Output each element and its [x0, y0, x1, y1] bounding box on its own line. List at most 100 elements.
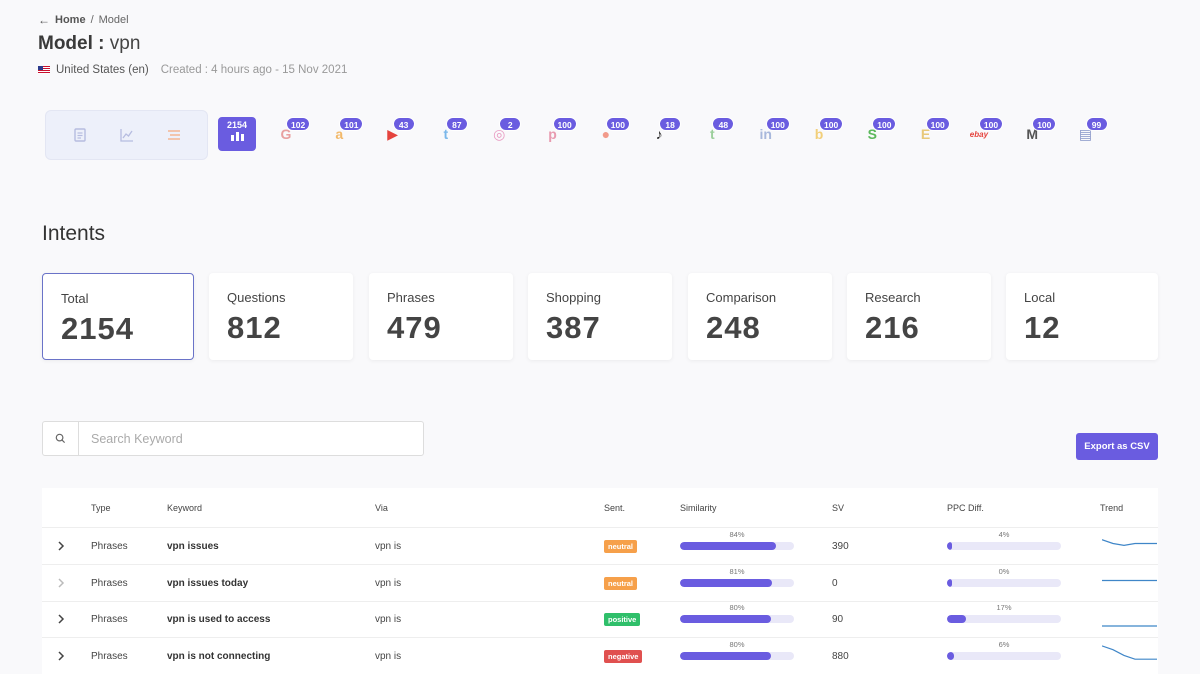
source-count-badge: 102: [286, 117, 311, 131]
ppc-percent: 17%: [996, 603, 1012, 612]
intent-card-local[interactable]: Local 12: [1006, 273, 1158, 360]
source-count-badge: 100: [819, 117, 844, 131]
source-count-badge: 100: [765, 117, 790, 131]
intent-card-label: Total: [61, 291, 89, 306]
source-twitter-button[interactable]: t 87: [431, 117, 469, 153]
similarity-percent: 84%: [729, 530, 745, 539]
ppc-bar: [947, 615, 1061, 623]
cell-type: Phrases: [91, 577, 128, 589]
breadcrumb-home-link[interactable]: Home: [55, 14, 86, 26]
expand-chevron-icon[interactable]: [56, 649, 66, 661]
similarity-bar-fill: [680, 615, 772, 623]
similarity-bar: [680, 578, 794, 587]
intent-card-value: 2154: [61, 311, 134, 346]
cell-type: Phrases: [91, 541, 128, 552]
trend-line: [1102, 644, 1157, 660]
source-count-badge: 100: [872, 117, 897, 131]
source-count-badge: 100: [978, 117, 1004, 131]
keywords-table: Type Keyword Via Sent. Similarity SV PPC Diff.…: [42, 488, 1158, 674]
column-header-via[interactable]: Via: [375, 503, 388, 513]
cell-sv: 880: [832, 650, 849, 662]
table-row[interactable]: Phrases vpn is used to access vpn is positi…: [42, 601, 1158, 638]
column-header-ppc-diff[interactable]: PPC Diff.: [947, 503, 984, 513]
source-news-button[interactable]: ▤ 99: [1071, 117, 1109, 153]
search-icon[interactable]: [43, 422, 79, 455]
column-header-keyword[interactable]: Keyword: [167, 503, 202, 513]
table-header: Type Keyword Via Sent. Similarity SV PPC Diff.…: [42, 488, 1158, 528]
cell-sv: 0: [832, 577, 838, 589]
cell-keyword[interactable]: vpn is used to access: [167, 614, 270, 625]
search-input[interactable]: [79, 422, 423, 455]
keyword-search: [42, 421, 424, 456]
similarity-bar-fill: [680, 542, 776, 550]
bar-chart-icon: [231, 132, 244, 141]
source-google-button[interactable]: G 102: [271, 117, 311, 153]
country-label: United States (en): [56, 64, 149, 76]
trend-sparkline: [1102, 579, 1157, 581]
table-row[interactable]: Phrases vpn issues today vpn is neutral 81% 0…: [42, 565, 1158, 602]
source-amazon-button[interactable]: a 101: [324, 117, 364, 153]
document-icon[interactable]: [71, 126, 89, 144]
back-arrow-icon[interactable]: ←: [38, 13, 50, 27]
intent-card-total[interactable]: Total 2154: [42, 273, 194, 360]
sentiment-badge: negative: [604, 649, 643, 663]
similarity-percent: 81%: [729, 566, 745, 576]
source-bing-button[interactable]: b 100: [804, 117, 844, 153]
intent-card-shopping[interactable]: Shopping 387: [528, 273, 672, 360]
line-chart-icon[interactable]: [118, 126, 136, 144]
view-mode-switcher: [45, 110, 208, 160]
intent-card-research[interactable]: Research 216: [847, 273, 991, 360]
model-meta: United States (en) Created : 4 hours ago…: [38, 64, 347, 76]
source-count-badge: 101: [339, 117, 364, 131]
source-youtube-button[interactable]: ▶ 43: [378, 117, 416, 153]
trend-line: [1102, 539, 1157, 547]
source-instagram-button[interactable]: ◎ 2: [484, 117, 522, 153]
intent-card-value: 12: [1024, 310, 1061, 345]
sentiment-badge: neutral: [604, 576, 638, 590]
breadcrumb-current: Model: [98, 14, 129, 26]
column-header-trend[interactable]: Trend: [1100, 503, 1123, 513]
cell-keyword[interactable]: vpn is not connecting: [167, 651, 270, 662]
intent-card-comparison[interactable]: Comparison 248: [688, 273, 832, 360]
source-reddit-button[interactable]: ● 100: [591, 117, 630, 153]
table-row[interactable]: Phrases vpn issues vpn is neutral 84% 390 4%: [42, 528, 1158, 565]
source-etsy-button[interactable]: E 100: [911, 117, 950, 153]
column-header-type[interactable]: Type: [91, 503, 111, 513]
source-count-badge: 100: [925, 117, 950, 131]
source-medium-button[interactable]: M 100: [1017, 117, 1057, 153]
intent-card-phrases[interactable]: Phrases 479: [369, 273, 513, 360]
breadcrumb: ← Home / Model: [38, 13, 129, 27]
source-linkedin-button[interactable]: in 100: [751, 117, 790, 153]
list-icon[interactable]: [165, 126, 183, 144]
ppc-bar-fill: [947, 615, 967, 623]
created-label: Created : 4 hours ago - 15 Nov 2021: [160, 64, 348, 76]
intent-card-questions[interactable]: Questions 812: [209, 273, 353, 360]
cell-type: Phrases: [91, 650, 128, 662]
cell-type: Phrases: [91, 614, 128, 625]
intent-card-value: 479: [387, 310, 442, 345]
source-pinterest-button[interactable]: p 100: [538, 117, 577, 153]
source-shopify-button[interactable]: S 100: [857, 117, 897, 153]
intent-card-label: Local: [1024, 290, 1056, 305]
cell-keyword[interactable]: vpn issues today: [167, 578, 248, 589]
export-csv-button[interactable]: Export as CSV: [1076, 433, 1158, 460]
source-count-badge: 99: [1085, 117, 1108, 131]
cell-keyword[interactable]: vpn issues: [167, 541, 219, 552]
column-header-sent[interactable]: Sent.: [604, 503, 625, 513]
expand-chevron-icon[interactable]: [56, 612, 66, 624]
source-tiktok-button[interactable]: ♪ 18: [644, 117, 682, 153]
trend-sparkline: [1102, 625, 1157, 627]
source-ebay-button[interactable]: ebay 100: [964, 117, 1004, 153]
intent-card-label: Research: [865, 290, 921, 305]
column-header-sv[interactable]: SV: [832, 503, 844, 513]
ppc-bar: [947, 651, 1061, 660]
table-row[interactable]: Phrases vpn is not connecting vpn is negati…: [42, 638, 1158, 674]
column-header-similarity[interactable]: Similarity: [680, 503, 717, 513]
sentiment-badge: positive: [604, 613, 641, 626]
cell-via: vpn is: [375, 577, 402, 589]
source-tumblr-button[interactable]: t 48: [697, 117, 735, 153]
expand-chevron-icon[interactable]: [56, 539, 66, 551]
expand-chevron-icon[interactable]: [56, 576, 66, 588]
source-all-button[interactable]: 2154: [218, 117, 256, 151]
source-count-badge: 2: [499, 117, 522, 131]
